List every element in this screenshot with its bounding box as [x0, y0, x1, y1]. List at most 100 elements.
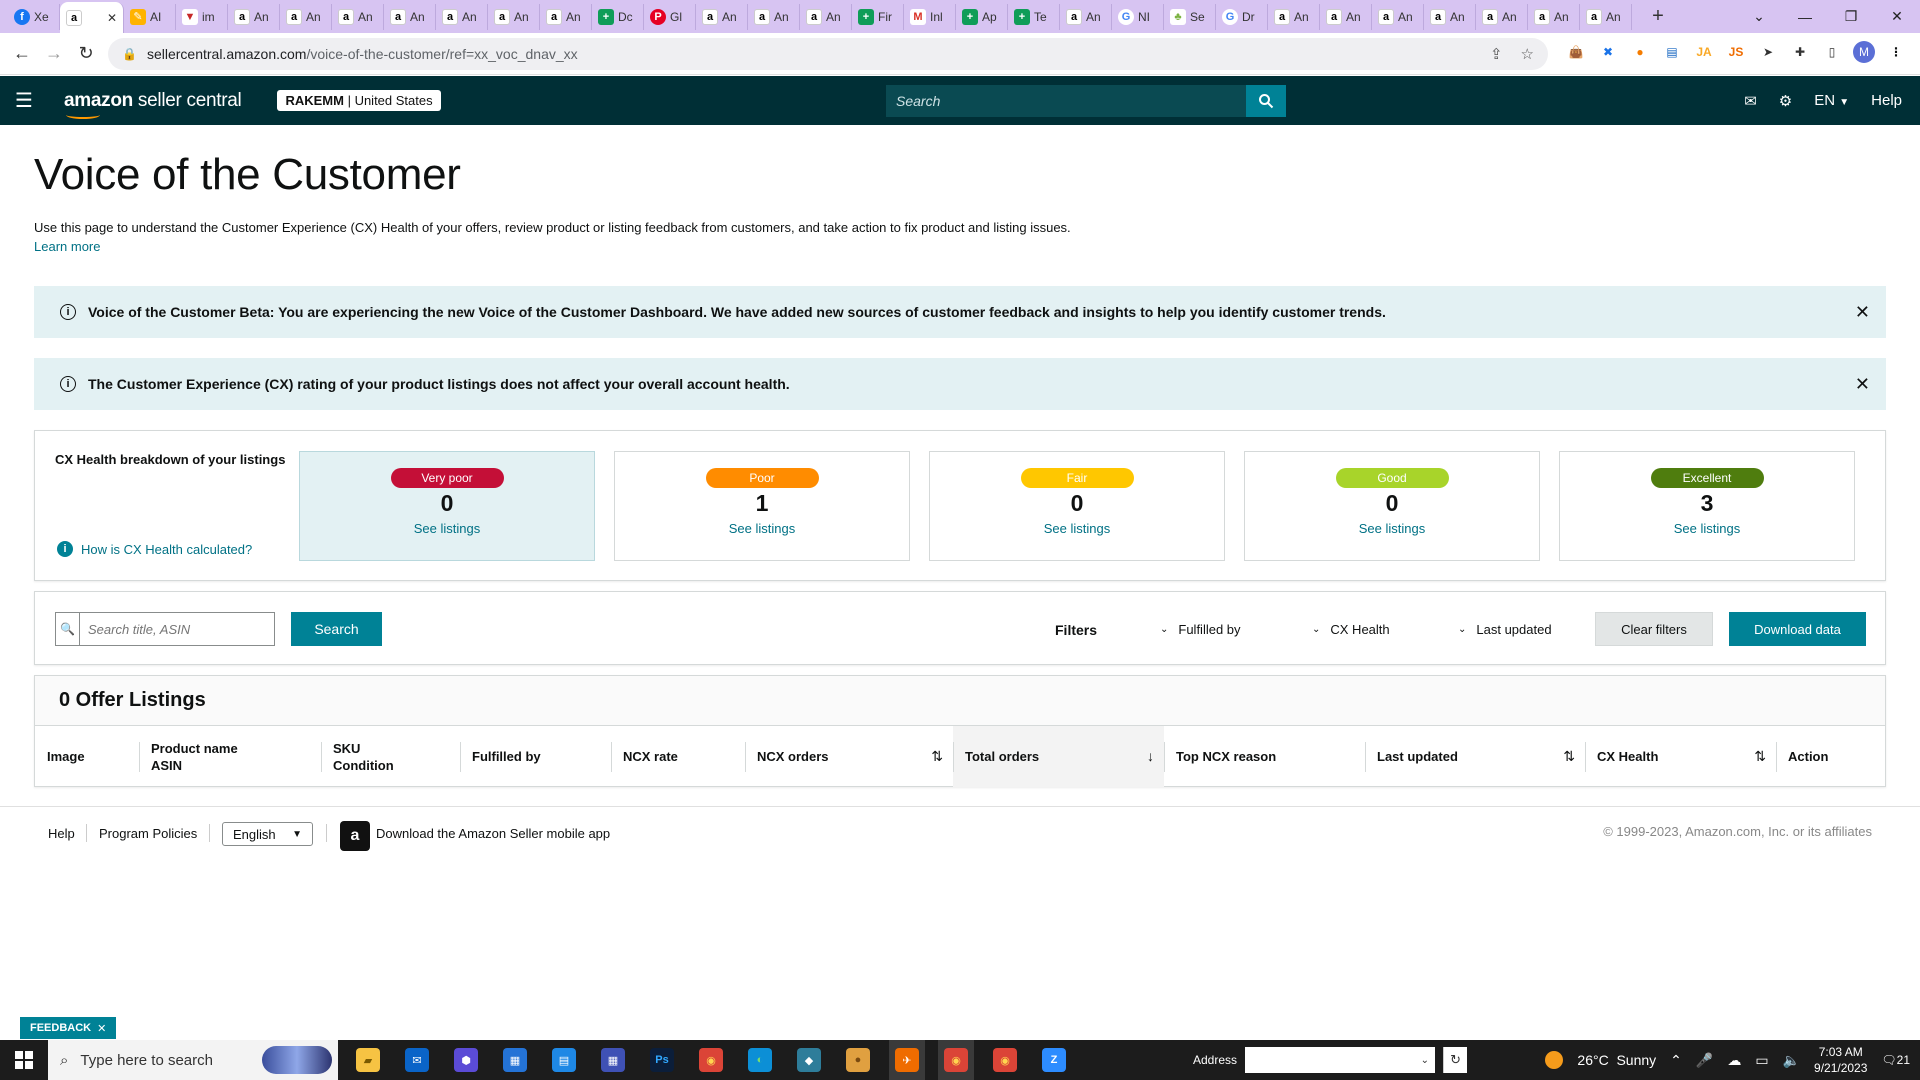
close-icon[interactable]: ✕ — [1855, 302, 1870, 323]
taskbar-chrome-profile-icon[interactable]: ◉ — [938, 1040, 974, 1080]
browser-tab[interactable]: G Dr — [1216, 3, 1268, 30]
browser-tab[interactable]: ▼ im — [176, 3, 228, 30]
cx-health-card-excellent[interactable]: Excellent 3 See listings — [1559, 451, 1855, 561]
cx-health-card-good[interactable]: Good 0 See listings — [1244, 451, 1540, 561]
settings-gear-icon[interactable]: ⚙ — [1779, 92, 1792, 110]
program-policies-link[interactable]: Program Policies — [99, 826, 197, 841]
minimize-icon[interactable]: — — [1782, 9, 1828, 25]
listing-search-input[interactable] — [80, 613, 274, 645]
bookmark-star-icon[interactable]: ☆ — [1521, 45, 1534, 63]
notification-icon[interactable]: 🗨21 — [1881, 1053, 1910, 1067]
x-circle-extension-icon[interactable]: ✖ — [1597, 41, 1619, 63]
volume-icon[interactable]: 🔈 — [1783, 1052, 1800, 1069]
seller-central-logo[interactable]: amazon seller central — [64, 90, 242, 119]
taskbar-chrome-icon[interactable]: ◉ — [693, 1040, 729, 1080]
search-button[interactable]: Search — [291, 612, 382, 646]
sidepanel-extension-icon[interactable]: ▯ — [1821, 41, 1843, 63]
browser-tab[interactable]: a An — [748, 3, 800, 30]
sort-icon[interactable]: ⇅ — [931, 748, 943, 765]
ja-extension-icon[interactable]: JA — [1693, 41, 1715, 63]
cx-health-filter[interactable]: ⌄ CX Health — [1312, 622, 1390, 637]
taskbar-app-blue-icon[interactable]: ▤ — [546, 1040, 582, 1080]
browser-tab[interactable]: P Gl — [644, 3, 696, 30]
browser-tab[interactable]: a An — [1580, 3, 1632, 30]
taskbar-edge-icon[interactable]: ◐ — [742, 1040, 778, 1080]
browser-tab[interactable]: ✎ AI — [124, 3, 176, 30]
browser-tab[interactable]: G NI — [1112, 3, 1164, 30]
cx-health-card-very-poor[interactable]: Very poor 0 See listings — [299, 451, 595, 561]
browser-tab[interactable]: a An — [696, 3, 748, 30]
taskbar-calculator-icon[interactable]: ▦ — [595, 1040, 631, 1080]
footer-help-link[interactable]: Help — [48, 826, 75, 841]
cloud-icon[interactable]: ☁ — [1727, 1052, 1741, 1069]
browser-tab[interactable]: a An — [540, 3, 592, 30]
browser-tab[interactable]: M Inl — [904, 3, 956, 30]
browser-tab[interactable]: + Ap — [956, 3, 1008, 30]
sort-icon[interactable]: ⇅ — [1754, 748, 1766, 765]
restore-icon[interactable]: ❐ — [1828, 8, 1874, 25]
bag-extension-icon[interactable]: 👜 — [1565, 41, 1587, 63]
lock-icon[interactable]: 🔒 — [122, 47, 137, 61]
chevron-up-icon[interactable]: ⌃ — [1670, 1052, 1682, 1069]
js-extension-icon[interactable]: JS — [1725, 41, 1747, 63]
weather-text[interactable]: 26°C Sunny — [1577, 1052, 1656, 1068]
download-data-button[interactable]: Download data — [1729, 612, 1866, 646]
browser-tab[interactable]: a An — [436, 3, 488, 30]
see-listings-link[interactable]: See listings — [1560, 521, 1854, 536]
see-listings-link[interactable]: See listings — [300, 521, 594, 536]
browser-tab[interactable]: + Fir — [852, 3, 904, 30]
see-listings-link[interactable]: See listings — [615, 521, 909, 536]
taskbar-mail-icon[interactable]: ✉ — [399, 1040, 435, 1080]
browser-tab[interactable]: a An — [488, 3, 540, 30]
clock[interactable]: 7:03 AM 9/21/2023 — [1814, 1044, 1867, 1076]
taskbar-app-hex-icon[interactable]: ⬢ — [448, 1040, 484, 1080]
taskbar-chrome-2-icon[interactable]: ◉ — [987, 1040, 1023, 1080]
language-selector[interactable]: EN ▼ — [1814, 92, 1849, 109]
header-search-button[interactable] — [1246, 85, 1286, 117]
address-input[interactable]: ⌄ — [1245, 1047, 1436, 1073]
close-icon[interactable]: ✕ — [1855, 374, 1870, 395]
cx-health-calc-link[interactable]: i How is CX Health calculated? — [57, 541, 252, 557]
see-listings-link[interactable]: See listings — [930, 521, 1224, 536]
taskbar-file-explorer-icon[interactable]: ▰ — [350, 1040, 386, 1080]
taskbar-store-icon[interactable]: ▦ — [497, 1040, 533, 1080]
network-icon[interactable]: ▭ — [1755, 1052, 1768, 1069]
arrow-extension-icon[interactable]: ➤ — [1757, 41, 1779, 63]
amazon-app-icon[interactable]: a — [340, 821, 370, 851]
taskbar-app-teal-icon[interactable]: ◆ — [791, 1040, 827, 1080]
share-icon[interactable]: ⇪ — [1490, 45, 1503, 63]
browser-tab[interactable]: a An — [1476, 3, 1528, 30]
browser-tab[interactable]: a An — [1424, 3, 1476, 30]
forward-icon[interactable]: → — [38, 43, 70, 64]
column-header-cx-health[interactable]: CX Health ⇅ — [1585, 726, 1776, 787]
footer-language-select[interactable]: English ▼ — [222, 822, 313, 846]
messages-icon[interactable]: ✉ — [1744, 92, 1757, 110]
browser-tab[interactable]: f Xe — [8, 3, 60, 30]
close-window-icon[interactable]: ✕ — [1874, 8, 1920, 25]
browser-tab[interactable]: a An — [280, 3, 332, 30]
close-icon[interactable]: ✕ — [97, 1022, 106, 1035]
fulfilled-by-filter[interactable]: ⌄ Fulfilled by — [1160, 622, 1241, 637]
column-header-ncx-orders[interactable]: NCX orders ⇅ — [745, 726, 953, 787]
browser-tab[interactable]: a An — [1320, 3, 1372, 30]
refresh-icon[interactable]: ↻ — [1443, 1047, 1468, 1073]
browser-menu-icon[interactable]: ⋮ — [1885, 41, 1907, 63]
taskbar-photoshop-icon[interactable]: Ps — [644, 1040, 680, 1080]
column-header-total-orders[interactable]: Total orders ↓ — [953, 726, 1164, 787]
taskbar-app-cookie-icon[interactable]: ● — [840, 1040, 876, 1080]
taskbar-search[interactable]: ⌕ Type here to search — [48, 1040, 338, 1080]
browser-tab[interactable]: a An — [1060, 3, 1112, 30]
start-button[interactable] — [0, 1051, 48, 1069]
store-switcher[interactable]: RAKEMM | United States — [277, 90, 441, 111]
learn-more-link[interactable]: Learn more — [34, 239, 100, 254]
sort-icon[interactable]: ⇅ — [1563, 748, 1575, 765]
cx-health-card-fair[interactable]: Fair 0 See listings — [929, 451, 1225, 561]
browser-tab[interactable]: a An — [384, 3, 436, 30]
browser-tab[interactable]: a An — [1268, 3, 1320, 30]
browser-tab[interactable]: a ✕ — [60, 2, 124, 33]
browser-tab[interactable]: a An — [800, 3, 852, 30]
browser-tab[interactable]: + Dc — [592, 3, 644, 30]
browser-tab[interactable]: a An — [228, 3, 280, 30]
browser-tab[interactable]: + Te — [1008, 3, 1060, 30]
reload-icon[interactable]: ↻ — [70, 43, 102, 64]
